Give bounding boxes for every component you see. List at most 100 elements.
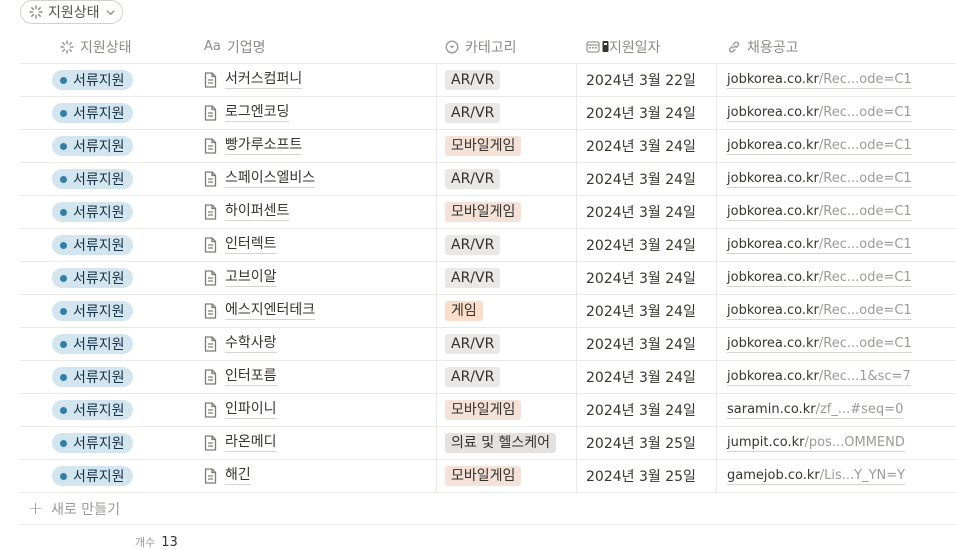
table-row[interactable]: 서류지원 서커스컴퍼니 AR/VR 2024년 3월 22일 jobkorea.co.k…: [20, 64, 956, 97]
table-row[interactable]: 서류지원 로그엔코딩 AR/VR 2024년 3월 24일 jobkorea.co.kr…: [20, 97, 956, 130]
company-name-link[interactable]: 하이퍼센트: [225, 203, 290, 221]
table-row[interactable]: 서류지원 수학사랑 AR/VR 2024년 3월 24일 jobkorea.co.kr/…: [20, 328, 956, 361]
company-name-link[interactable]: 에스지엔터테크: [225, 302, 316, 320]
job-posting-cell[interactable]: gamejob.co.kr/Lis...Y_YN=Y: [717, 460, 956, 492]
company-name-cell[interactable]: 인터렉트: [190, 229, 437, 261]
date-cell[interactable]: 2024년 3월 25일: [577, 460, 717, 492]
company-name-link[interactable]: 인터렉트: [225, 236, 277, 254]
company-name-cell[interactable]: 하이퍼센트: [190, 196, 437, 228]
job-posting-link[interactable]: saramin.co.kr/zf_...#seq=0: [727, 402, 904, 419]
company-name-link[interactable]: 서커스컴퍼니: [225, 71, 303, 89]
date-cell[interactable]: 2024년 3월 24일: [577, 394, 717, 426]
table-row[interactable]: 서류지원 고브이알 AR/VR 2024년 3월 24일 jobkorea.co.kr/…: [20, 262, 956, 295]
job-posting-link[interactable]: jobkorea.co.kr/Rec...ode=C1: [727, 171, 912, 188]
job-posting-link[interactable]: jobkorea.co.kr/Rec...ode=C1: [727, 336, 912, 353]
date-cell[interactable]: 2024년 3월 25일: [577, 427, 717, 459]
company-name-link[interactable]: 고브이알: [225, 269, 277, 287]
category-cell[interactable]: AR/VR: [437, 262, 577, 294]
company-name-cell[interactable]: 고브이알: [190, 262, 437, 294]
company-name-cell[interactable]: 로그엔코딩: [190, 97, 437, 129]
status-cell[interactable]: 서류지원: [20, 262, 190, 294]
company-name-cell[interactable]: 인파이니: [190, 394, 437, 426]
table-row[interactable]: 서류지원 하이퍼센트 모바일게임 2024년 3월 24일 jobkorea.co.kr…: [20, 196, 956, 229]
company-name-link[interactable]: 스페이스엘비스: [225, 170, 316, 188]
category-cell[interactable]: 모바일게임: [437, 460, 577, 492]
job-posting-link[interactable]: jobkorea.co.kr/Rec...ode=C1: [727, 303, 912, 320]
status-cell[interactable]: 서류지원: [20, 163, 190, 195]
status-cell[interactable]: 서류지원: [20, 460, 190, 492]
table-row[interactable]: 서류지원 스페이스엘비스 AR/VR 2024년 3월 24일 jobkorea.co.…: [20, 163, 956, 196]
category-cell[interactable]: 모바일게임: [437, 130, 577, 162]
company-name-link[interactable]: 해긴: [225, 467, 251, 485]
table-row[interactable]: 서류지원 에스지엔터테크 게임 2024년 3월 24일 jobkorea.co.kr/…: [20, 295, 956, 328]
date-cell[interactable]: 2024년 3월 22일: [577, 64, 717, 96]
job-posting-cell[interactable]: saramin.co.kr/zf_...#seq=0: [717, 394, 956, 426]
company-name-cell[interactable]: 빵가루소프트: [190, 130, 437, 162]
category-cell[interactable]: AR/VR: [437, 97, 577, 129]
job-posting-link[interactable]: jobkorea.co.kr/Rec...ode=C1: [727, 204, 912, 221]
company-name-cell[interactable]: 에스지엔터테크: [190, 295, 437, 327]
status-cell[interactable]: 서류지원: [20, 97, 190, 129]
company-name-link[interactable]: 로그엔코딩: [225, 104, 290, 122]
job-posting-link[interactable]: jumpit.co.kr/pos...OMMEND: [727, 435, 905, 452]
category-cell[interactable]: AR/VR: [437, 328, 577, 360]
column-header-category[interactable]: 카테고리: [437, 30, 577, 63]
status-filter-chip[interactable]: 지원상태: [20, 0, 123, 24]
column-header-status[interactable]: 지원상태: [20, 30, 190, 63]
company-name-cell[interactable]: 해긴: [190, 460, 437, 492]
date-cell[interactable]: 2024년 3월 24일: [577, 229, 717, 261]
date-cell[interactable]: 2024년 3월 24일: [577, 262, 717, 294]
job-posting-cell[interactable]: jobkorea.co.kr/Rec...ode=C1: [717, 196, 956, 228]
job-posting-cell[interactable]: jobkorea.co.kr/Rec...ode=C1: [717, 328, 956, 360]
column-header-name[interactable]: Aa 기업명: [190, 30, 437, 63]
date-cell[interactable]: 2024년 3월 24일: [577, 196, 717, 228]
column-header-link[interactable]: 채용공고: [717, 30, 956, 63]
table-row[interactable]: 서류지원 해긴 모바일게임 2024년 3월 25일 gamejob.co.kr/Lis…: [20, 460, 956, 493]
category-cell[interactable]: AR/VR: [437, 229, 577, 261]
status-cell[interactable]: 서류지원: [20, 229, 190, 261]
company-name-cell[interactable]: 스페이스엘비스: [190, 163, 437, 195]
status-cell[interactable]: 서류지원: [20, 295, 190, 327]
status-cell[interactable]: 서류지원: [20, 328, 190, 360]
status-cell[interactable]: 서류지원: [20, 427, 190, 459]
date-cell[interactable]: 2024년 3월 24일: [577, 361, 717, 393]
job-posting-link[interactable]: jobkorea.co.kr/Rec...ode=C1: [727, 105, 912, 122]
status-cell[interactable]: 서류지원: [20, 130, 190, 162]
table-row[interactable]: 서류지원 인터포름 AR/VR 2024년 3월 24일 jobkorea.co.kr/…: [20, 361, 956, 394]
job-posting-cell[interactable]: jobkorea.co.kr/Rec...ode=C1: [717, 64, 956, 96]
category-cell[interactable]: AR/VR: [437, 64, 577, 96]
date-cell[interactable]: 2024년 3월 24일: [577, 130, 717, 162]
job-posting-link[interactable]: jobkorea.co.kr/Rec...ode=C1: [727, 72, 912, 89]
category-cell[interactable]: AR/VR: [437, 163, 577, 195]
company-name-link[interactable]: 빵가루소프트: [225, 137, 303, 155]
job-posting-cell[interactable]: jobkorea.co.kr/Rec...ode=C1: [717, 163, 956, 195]
job-posting-link[interactable]: jobkorea.co.kr/Rec...ode=C1: [727, 138, 912, 155]
status-cell[interactable]: 서류지원: [20, 361, 190, 393]
job-posting-cell[interactable]: jobkorea.co.kr/Rec...ode=C1: [717, 97, 956, 129]
company-name-link[interactable]: 라온메디: [225, 434, 277, 452]
category-cell[interactable]: AR/VR: [437, 361, 577, 393]
company-name-link[interactable]: 수학사랑: [225, 335, 277, 353]
job-posting-cell[interactable]: jobkorea.co.kr/Rec...ode=C1: [717, 262, 956, 294]
company-name-cell[interactable]: 인터포름: [190, 361, 437, 393]
date-cell[interactable]: 2024년 3월 24일: [577, 163, 717, 195]
category-cell[interactable]: 모바일게임: [437, 196, 577, 228]
category-cell[interactable]: 의료 및 헬스케어: [437, 427, 577, 459]
table-row[interactable]: 서류지원 인파이니 모바일게임 2024년 3월 24일 saramin.co.kr/z…: [20, 394, 956, 427]
job-posting-cell[interactable]: jobkorea.co.kr/Rec...ode=C1: [717, 130, 956, 162]
job-posting-cell[interactable]: jobkorea.co.kr/Rec...ode=C1: [717, 295, 956, 327]
date-cell[interactable]: 2024년 3월 24일: [577, 295, 717, 327]
job-posting-link[interactable]: jobkorea.co.kr/Rec...1&sc=7: [727, 369, 911, 386]
category-cell[interactable]: 게임: [437, 295, 577, 327]
date-cell[interactable]: 2024년 3월 24일: [577, 97, 717, 129]
job-posting-link[interactable]: jobkorea.co.kr/Rec...ode=C1: [727, 270, 912, 287]
company-name-cell[interactable]: 라온메디: [190, 427, 437, 459]
table-row[interactable]: 서류지원 라온메디 의료 및 헬스케어 2024년 3월 25일 jumpit.co.k…: [20, 427, 956, 460]
job-posting-cell[interactable]: jobkorea.co.kr/Rec...ode=C1: [717, 229, 956, 261]
status-cell[interactable]: 서류지원: [20, 64, 190, 96]
date-cell[interactable]: 2024년 3월 24일: [577, 328, 717, 360]
column-header-date[interactable]: 지원일자: [577, 30, 717, 63]
job-posting-link[interactable]: jobkorea.co.kr/Rec...ode=C1: [727, 237, 912, 254]
table-row[interactable]: 서류지원 빵가루소프트 모바일게임 2024년 3월 24일 jobkorea.co.k…: [20, 130, 956, 163]
table-row[interactable]: 서류지원 인터렉트 AR/VR 2024년 3월 24일 jobkorea.co.kr/…: [20, 229, 956, 262]
